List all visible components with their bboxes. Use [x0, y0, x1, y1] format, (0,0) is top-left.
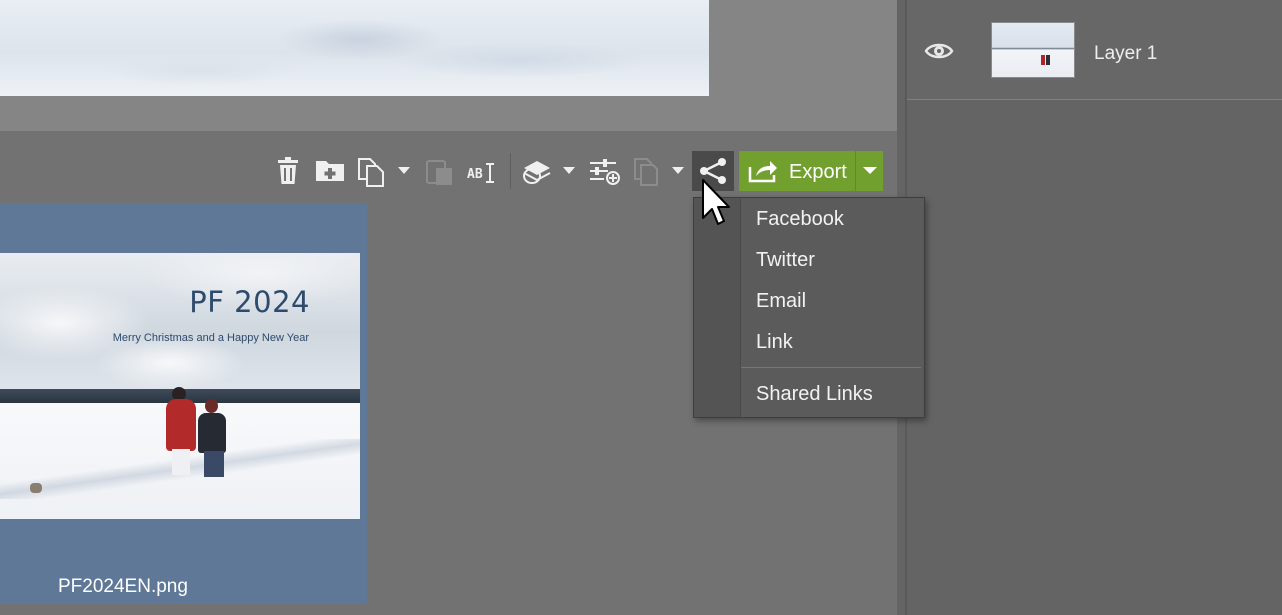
card-title: PF 2024 — [189, 285, 310, 319]
copy-to-icon[interactable] — [357, 157, 387, 187]
trash-icon[interactable] — [276, 157, 300, 185]
top-preview-area — [0, 0, 897, 131]
export-dropdown-button[interactable] — [856, 151, 883, 191]
card-subtitle: Merry Christmas and a Happy New Year — [112, 332, 309, 344]
person-figure — [166, 399, 196, 451]
chevron-down-icon — [863, 167, 877, 174]
browser-toolbar: AB Export — [0, 131, 897, 203]
menu-item-email[interactable]: Email — [756, 290, 806, 313]
thumb-figure — [1041, 55, 1045, 65]
adjust-add-icon[interactable] — [589, 158, 621, 186]
layer-thumbnail[interactable] — [991, 22, 1075, 78]
layer-row[interactable]: Layer 1 — [907, 0, 1282, 100]
layers-panel: Layer 1 — [897, 0, 1282, 615]
card-preview-image: PF 2024 Merry Christmas and a Happy New … — [0, 253, 360, 519]
sky — [0, 253, 360, 393]
menu-item-twitter[interactable]: Twitter — [756, 249, 815, 272]
snow-photo-preview[interactable] — [0, 0, 709, 96]
layers-stack-icon[interactable] — [522, 159, 552, 185]
export-button[interactable]: Export — [739, 151, 855, 191]
copy-to-dropdown[interactable] — [398, 167, 410, 175]
menu-separator — [741, 367, 921, 368]
export-icon — [748, 159, 778, 188]
paste-icon — [426, 158, 454, 186]
mouse-cursor-icon — [701, 178, 731, 233]
person-figure — [204, 451, 224, 477]
export-label: Export — [789, 161, 847, 183]
thumb-figure — [1046, 55, 1050, 65]
dog-figure — [30, 483, 42, 493]
layers-stack-dropdown[interactable] — [563, 167, 575, 175]
layer-name: Layer 1 — [1094, 43, 1158, 64]
rename-icon[interactable]: AB — [467, 162, 495, 184]
new-folder-icon[interactable] — [315, 158, 345, 182]
person-figure — [205, 399, 218, 413]
copy-adjust-icon — [633, 157, 659, 187]
copy-adjust-dropdown[interactable] — [672, 167, 684, 175]
menu-item-link[interactable]: Link — [756, 331, 793, 354]
menu-item-facebook[interactable]: Facebook — [756, 208, 844, 231]
file-name: PF2024EN.png — [58, 576, 188, 597]
eye-icon[interactable] — [924, 40, 954, 67]
svg-text:AB: AB — [467, 167, 483, 182]
person-figure — [172, 449, 190, 475]
file-thumbnail-tile[interactable]: PF 2024 Merry Christmas and a Happy New … — [0, 203, 367, 604]
menu-item-shared-links[interactable]: Shared Links — [756, 383, 873, 406]
person-figure — [198, 413, 226, 453]
toolbar-separator — [510, 153, 511, 189]
